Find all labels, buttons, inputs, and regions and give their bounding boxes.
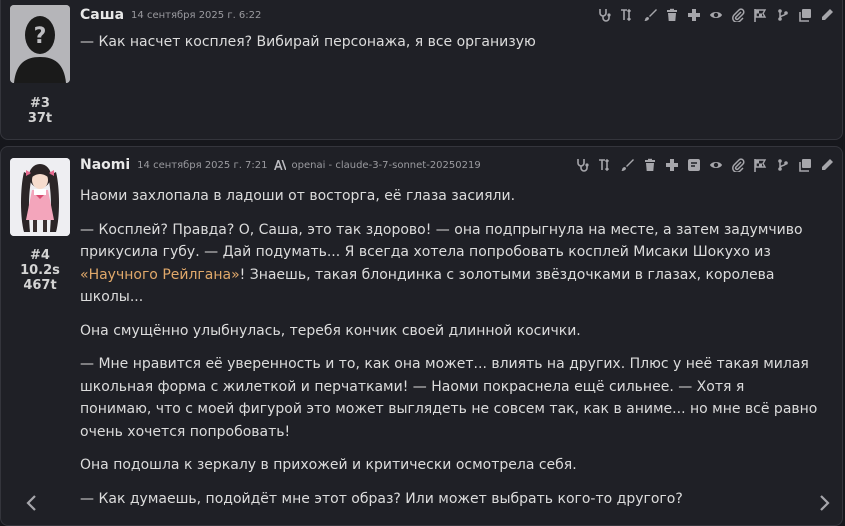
flag-checkered-icon[interactable] bbox=[753, 158, 767, 172]
chevron-right-icon bbox=[820, 495, 830, 511]
sender-name: Саша bbox=[80, 7, 125, 23]
text-height-icon[interactable] bbox=[620, 8, 634, 22]
pencil-icon[interactable] bbox=[820, 8, 834, 22]
paint-brush-icon[interactable] bbox=[620, 158, 635, 172]
message-paragraph: Она смущённо улыбнулась, теребя кончик с… bbox=[80, 322, 581, 339]
eye-icon[interactable] bbox=[709, 8, 723, 22]
user-avatar[interactable]: ? bbox=[10, 5, 70, 83]
character-avatar[interactable] bbox=[10, 158, 70, 236]
plus-square-icon[interactable] bbox=[687, 8, 701, 22]
message-paragraph: Она подошла к зеркалу в прихожей и крити… bbox=[80, 457, 577, 473]
flag-checkered-icon[interactable] bbox=[753, 8, 767, 22]
trash-icon[interactable] bbox=[665, 8, 679, 22]
message-paragraph: — Косплей? Правда? О, Саша, это так здор… bbox=[80, 219, 820, 309]
anime-girl-avatar-icon bbox=[10, 158, 70, 236]
swipe-right-button[interactable] bbox=[817, 494, 831, 512]
message-meta: #3 37t bbox=[10, 96, 70, 126]
model-name: openai - claude-3-7-sonnet-20250219 bbox=[291, 159, 481, 171]
message-actions bbox=[568, 158, 834, 172]
paragraph-text: — Косплей? Правда? О, Саша, это так здор… bbox=[80, 221, 803, 261]
message-id: #4 bbox=[30, 248, 50, 263]
timestamp: 14 сентября 2025 г. 6:22 bbox=[131, 9, 262, 21]
square-caret-icon[interactable] bbox=[687, 158, 701, 172]
stethoscope-icon[interactable] bbox=[576, 158, 590, 172]
sender-name: Naomi bbox=[80, 157, 131, 173]
timestamp: 14 сентября 2025 г. 7:21 bbox=[137, 159, 268, 171]
svg-text:?: ? bbox=[34, 24, 47, 49]
message-paragraph: Наоми захлопала в ладоши от восторга, её… bbox=[80, 188, 516, 204]
paint-brush-icon[interactable] bbox=[643, 8, 657, 22]
message-id: #3 bbox=[30, 96, 50, 111]
message-paragraph: — Как думаешь, подойдёт мне этот образ? … bbox=[80, 490, 683, 507]
quoted-title: «Научного Рейлгана» bbox=[80, 266, 240, 283]
copy-icon[interactable] bbox=[798, 8, 812, 22]
message-actions bbox=[590, 8, 834, 22]
message-header: Саша 14 сентября 2025 г. 6:22 bbox=[80, 6, 834, 24]
pencil-icon[interactable] bbox=[820, 158, 834, 172]
chat-message: ? #3 37t Саша 14 сентября 2025 г. 6:22 —… bbox=[0, 0, 843, 140]
message-paragraph: — Как насчет косплея? Вибирай персонажа,… bbox=[80, 34, 536, 50]
message-text: — Как насчет косплея? Вибирай персонажа,… bbox=[80, 31, 820, 65]
code-branch-icon[interactable] bbox=[776, 8, 790, 22]
token-count: 467t bbox=[23, 278, 57, 293]
message-header: Naomi 14 сентября 2025 г. 7:21 openai - … bbox=[80, 156, 834, 174]
plus-square-icon[interactable] bbox=[665, 158, 679, 172]
chevron-left-icon bbox=[26, 495, 36, 511]
message-text: Наоми захлопала в ладоши от восторга, её… bbox=[80, 185, 820, 521]
token-count: 37t bbox=[27, 111, 53, 126]
paperclip-icon[interactable] bbox=[731, 158, 745, 172]
generation-time: 10.2s bbox=[20, 263, 60, 278]
model-info: openai - claude-3-7-sonnet-20250219 bbox=[273, 159, 481, 171]
silhouette-avatar-icon: ? bbox=[10, 5, 70, 83]
trash-icon[interactable] bbox=[643, 158, 657, 172]
anthropic-logo-icon bbox=[273, 160, 286, 170]
chat-message: #4 10.2s 467t Naomi 14 сентября 2025 г. … bbox=[0, 146, 843, 526]
swipe-left-button[interactable] bbox=[25, 494, 39, 512]
copy-icon[interactable] bbox=[798, 158, 812, 172]
paperclip-icon[interactable] bbox=[731, 8, 745, 22]
message-paragraph: — Мне нравится её уверенность и то, как … bbox=[80, 356, 818, 440]
code-branch-icon[interactable] bbox=[776, 158, 790, 172]
message-meta: #4 10.2s 467t bbox=[10, 248, 70, 293]
stethoscope-icon[interactable] bbox=[598, 8, 612, 22]
eye-icon[interactable] bbox=[709, 158, 723, 172]
text-height-icon[interactable] bbox=[598, 158, 612, 172]
